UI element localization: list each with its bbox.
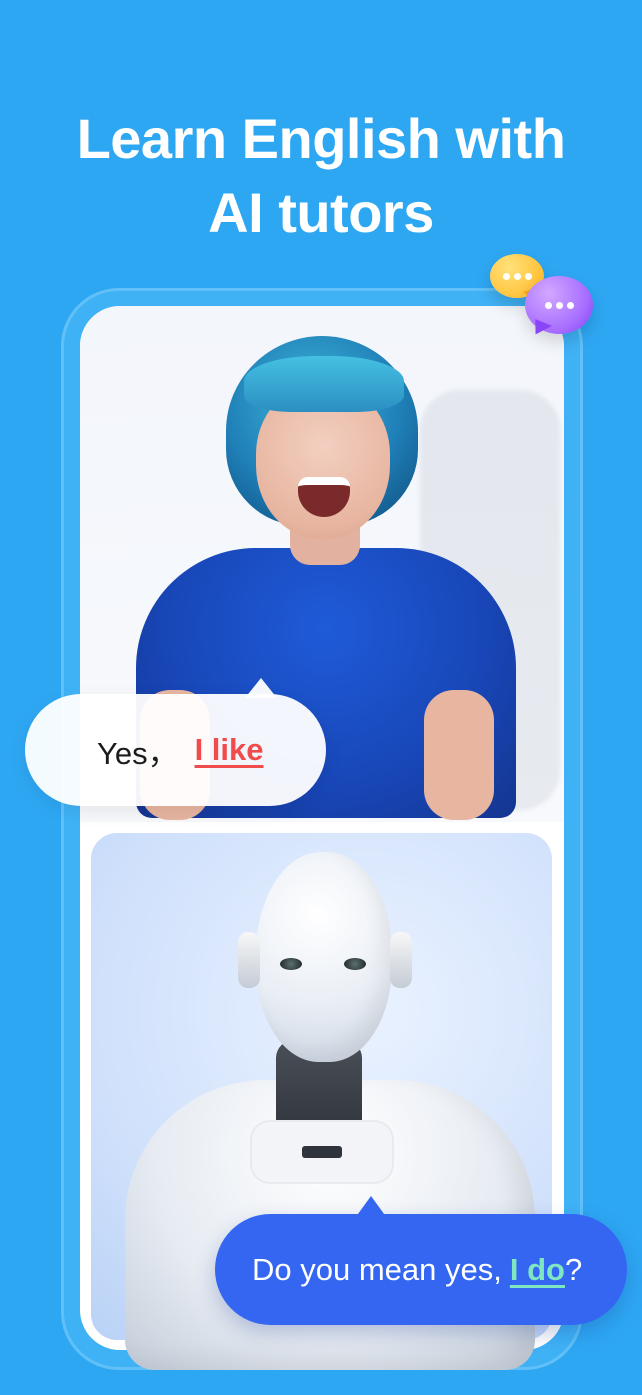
tutor-speech-suffix: ?: [564, 1251, 583, 1287]
chat-dot: [544, 301, 552, 309]
robot-eye-right: [344, 958, 366, 970]
chat-dot: [524, 272, 532, 280]
chat-dot: [566, 301, 574, 309]
title-line-1: Learn English with: [76, 107, 566, 170]
chat-bubble-purple-icon: [525, 276, 593, 339]
robot-eye-left: [280, 958, 302, 970]
page-title: Learn English with AI tutors: [0, 102, 642, 250]
title-line-2: AI tutors: [208, 181, 434, 244]
student-arm-right: [424, 690, 494, 820]
student-speech-highlight: I like: [194, 732, 264, 767]
chat-dot: [513, 272, 521, 280]
robot-ear-right: [390, 932, 412, 988]
student-speech-text: Yes，: [97, 735, 179, 771]
bubble-tail: [355, 1196, 387, 1218]
robot-head: [256, 852, 392, 1062]
chat-dot: [502, 272, 510, 280]
tutor-speech-text: Do you mean yes,: [252, 1251, 502, 1287]
student-bangs: [244, 356, 404, 412]
robot-chest-panel: [250, 1120, 394, 1184]
student-speech-bubble: Yes， I like: [25, 678, 326, 806]
robot-ear-left: [238, 932, 260, 988]
tutor-speech-bubble: Do you mean yes, I do ?: [215, 1196, 627, 1325]
robot-chest-display: [302, 1146, 342, 1158]
bubble-tail: [245, 678, 277, 698]
tutor-speech-highlight: I do: [509, 1251, 565, 1287]
chat-dot: [555, 301, 563, 309]
